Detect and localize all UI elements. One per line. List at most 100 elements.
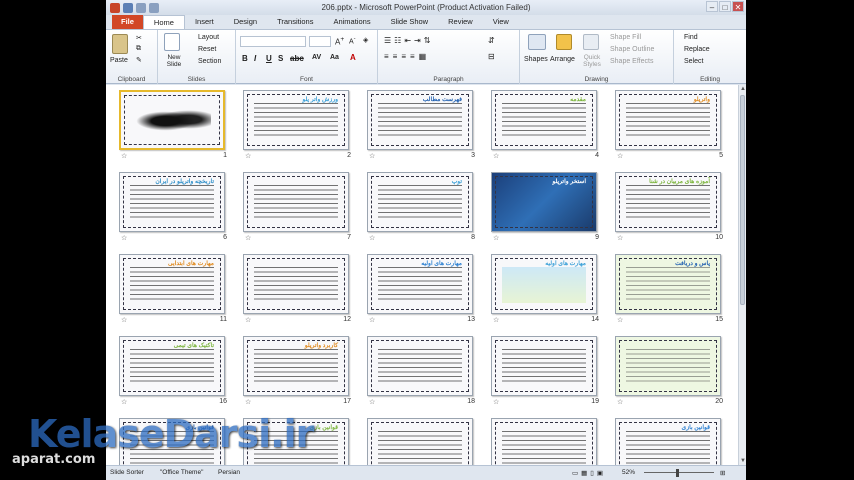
tab-file[interactable]: File [112,15,143,29]
paste-icon[interactable] [112,34,128,54]
text-direction-icon[interactable]: ⇵ [488,36,495,45]
transition-star-icon[interactable]: ☆ [369,152,375,160]
slide-thumbnail[interactable] [243,172,349,232]
slide-thumbnail[interactable]: کاربرد واترپلو [243,336,349,396]
italic-button[interactable]: I [254,54,256,63]
slide-thumbnail[interactable]: مهارت های اولیه [367,254,473,314]
transition-star-icon[interactable]: ☆ [617,316,623,324]
align-buttons[interactable]: ≡≡≡≡▦ [384,52,430,61]
tab-design[interactable]: Design [224,15,267,29]
slide-thumbnail[interactable]: تاکتیک های تیمی [119,336,225,396]
slide-thumbnail[interactable]: ورزش واتر پلو [243,90,349,150]
tab-home[interactable]: Home [142,15,185,29]
new-slide-button[interactable]: New Slide [161,54,187,68]
slide-thumbnail[interactable]: توپ [367,172,473,232]
shapes-icon[interactable] [528,34,546,50]
transition-star-icon[interactable]: ☆ [121,152,127,160]
zoom-slider-thumb[interactable] [676,469,679,477]
slide-thumbnail[interactable]: واترپلو [615,90,721,150]
slide-thumbnail[interactable]: مقدمه [491,90,597,150]
transition-star-icon[interactable]: ☆ [493,152,499,160]
transition-star-icon[interactable]: ☆ [245,152,251,160]
slide-thumbnail[interactable]: استخر واترپلو [491,172,597,232]
clear-format-icon[interactable]: ◈ [363,36,368,44]
paste-button[interactable]: Paste [110,57,128,64]
view-buttons[interactable]: ▭▦▯▣ [572,469,606,477]
grow-font-icon[interactable]: A+ [335,36,344,47]
slide-thumbnail[interactable] [367,336,473,396]
change-case-button[interactable]: Aa [330,54,339,61]
minimize-button[interactable]: – [706,1,718,12]
scroll-down-icon[interactable]: ▼ [739,457,746,465]
transition-star-icon[interactable]: ☆ [493,316,499,324]
slide-thumbnail[interactable] [491,336,597,396]
transition-star-icon[interactable]: ☆ [493,234,499,242]
tab-review[interactable]: Review [438,15,483,29]
bold-button[interactable]: B [242,54,248,63]
transition-star-icon[interactable]: ☆ [245,234,251,242]
shapes-button[interactable]: Shapes [524,56,548,63]
transition-star-icon[interactable]: ☆ [369,316,375,324]
quick-styles-button[interactable]: Quick Styles [580,54,604,68]
slide-thumbnail[interactable]: مهارت های ابتدایی [119,254,225,314]
transition-star-icon[interactable]: ☆ [617,152,623,160]
transition-star-icon[interactable]: ☆ [493,398,499,406]
slide-thumbnail[interactable] [119,90,225,150]
tab-insert[interactable]: Insert [185,15,224,29]
char-spacing-button[interactable]: AV [312,54,321,61]
arrange-icon[interactable] [556,34,572,50]
tab-slide-show[interactable]: Slide Show [381,15,439,29]
transition-star-icon[interactable]: ☆ [245,316,251,324]
arrange-button[interactable]: Arrange [550,56,575,63]
replace-button[interactable]: Replace [684,46,710,53]
transition-star-icon[interactable]: ☆ [121,398,127,406]
tab-transitions[interactable]: Transitions [267,15,323,29]
format-painter-icon[interactable]: ✎ [136,56,142,64]
cut-icon[interactable]: ✂ [136,34,142,42]
font-name-combo[interactable] [240,36,306,47]
reset-button[interactable]: Reset [198,46,216,53]
shape-fill-button[interactable]: Shape Fill [610,34,641,41]
transition-star-icon[interactable]: ☆ [121,234,127,242]
slide-thumbnail[interactable] [615,336,721,396]
language-indicator[interactable]: Persian [218,469,240,476]
align-text-icon[interactable]: ⊟ [488,52,495,61]
new-slide-icon[interactable] [164,33,180,51]
transition-star-icon[interactable]: ☆ [121,316,127,324]
copy-icon[interactable]: ⧉ [136,45,141,53]
scroll-up-icon[interactable]: ▲ [739,85,746,93]
vertical-scrollbar[interactable]: ▲ ▼ [738,85,746,465]
layout-button[interactable]: Layout [198,34,219,41]
maximize-button[interactable]: □ [719,1,731,12]
slide-thumbnail[interactable]: تاریخچه واترپلو در ایران [119,172,225,232]
transition-star-icon[interactable]: ☆ [617,234,623,242]
tab-animations[interactable]: Animations [323,15,380,29]
section-button[interactable]: Section [198,58,221,65]
font-color-button[interactable]: A [350,53,356,62]
shape-outline-button[interactable]: Shape Outline [610,46,654,53]
shrink-font-icon[interactable]: A- [349,36,356,45]
quick-styles-icon[interactable] [583,34,599,50]
tab-view[interactable]: View [483,15,519,29]
select-button[interactable]: Select [684,58,703,65]
transition-star-icon[interactable]: ☆ [369,234,375,242]
font-size-combo[interactable] [309,36,331,47]
shadow-button[interactable]: S [278,54,283,63]
transition-star-icon[interactable]: ☆ [369,398,375,406]
slide-thumbnail[interactable] [243,254,349,314]
slide-thumbnail[interactable]: آموزه های مربیان در شنا [615,172,721,232]
transition-star-icon[interactable]: ☆ [617,398,623,406]
slide-thumbnail[interactable]: فهرست مطالب [367,90,473,150]
slide-thumbnail[interactable]: پاس و دریافت [615,254,721,314]
close-button[interactable]: ✕ [732,1,744,12]
transition-star-icon[interactable]: ☆ [245,398,251,406]
find-button[interactable]: Find [684,34,698,41]
underline-button[interactable]: U [266,54,272,63]
zoom-level[interactable]: 52% [622,469,635,476]
scroll-thumb[interactable] [740,95,745,305]
list-buttons[interactable]: ☰☷⇤⇥⇅ [384,36,433,45]
strikethrough-button[interactable]: abc [290,54,304,63]
zoom-slider[interactable] [644,472,714,473]
fit-window-icon[interactable]: ⊞ [720,469,725,477]
slide-thumbnail[interactable]: مهارت های اولیه [491,254,597,314]
